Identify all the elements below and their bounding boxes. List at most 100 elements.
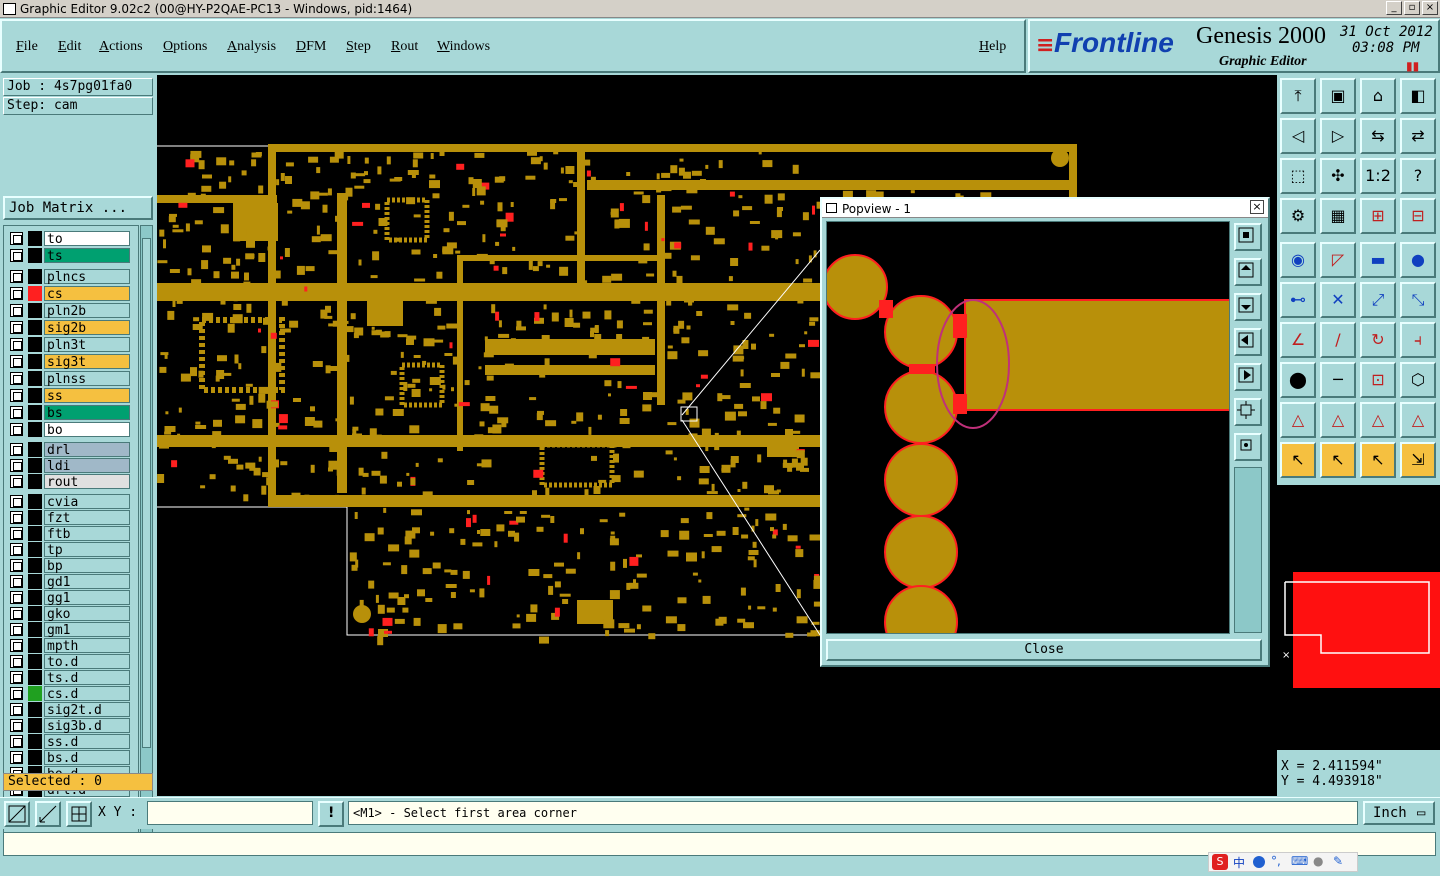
layer-name[interactable]: gko	[44, 606, 130, 622]
triangle-b-button[interactable]: △	[1320, 402, 1356, 438]
layer-name[interactable]: tp	[44, 542, 130, 558]
zoom-home-button[interactable]: ⤒	[1280, 78, 1316, 114]
triangle-c-button[interactable]: △	[1360, 402, 1396, 438]
flip-button[interactable]: ⇆	[1360, 118, 1396, 154]
layer-row[interactable]: tp	[7, 542, 130, 558]
minimize-icon[interactable]: _	[1386, 1, 1402, 15]
move-arc-button[interactable]: ⤡	[1400, 282, 1436, 318]
layer-name[interactable]: bs.d	[44, 750, 130, 766]
overview-map[interactable]: ×	[1277, 485, 1440, 750]
layer-checkbox[interactable]	[10, 511, 23, 524]
layer-name[interactable]: sig3b.d	[44, 718, 130, 734]
layer-row[interactable]: bs.d	[7, 750, 130, 766]
zoom-extents-button[interactable]: ✣	[1320, 158, 1356, 194]
layer-checkbox[interactable]	[10, 475, 23, 488]
popview-zoom-home-button[interactable]	[1234, 223, 1262, 251]
layer-row[interactable]: sig2b	[7, 320, 130, 336]
layer-name[interactable]: bo	[44, 422, 130, 438]
layer-name[interactable]: sig2t.d	[44, 702, 130, 718]
layer-name[interactable]: sig2b	[44, 320, 130, 336]
surface-add-button[interactable]: ⬡	[1400, 362, 1436, 398]
split-lines-button[interactable]: ⫞	[1400, 322, 1436, 358]
layer-checkbox[interactable]	[10, 338, 23, 351]
menu-analysis[interactable]: Analysis	[227, 39, 276, 55]
layer-checkbox[interactable]	[10, 687, 23, 700]
layer-row[interactable]: plncs	[7, 269, 130, 285]
layer-checkbox[interactable]	[10, 575, 23, 588]
line-angle-button[interactable]: ∠	[1280, 322, 1316, 358]
zoom-window-button[interactable]: ◧	[1400, 78, 1436, 114]
menu-options[interactable]: Options	[163, 39, 207, 55]
layer-checkbox[interactable]	[10, 232, 23, 245]
layer-checkbox[interactable]	[10, 751, 23, 764]
layer-checkbox[interactable]	[10, 543, 23, 556]
layer-name[interactable]: to.d	[44, 654, 130, 670]
layer-row[interactable]: sig2t.d	[7, 702, 130, 718]
layer-row[interactable]: pln2b	[7, 303, 130, 319]
layer-scrollbar[interactable]	[140, 225, 153, 843]
layer-row[interactable]: fzt	[7, 510, 130, 526]
pan-right-button[interactable]: ▷	[1320, 118, 1356, 154]
move-copy-button[interactable]: ⇲	[1400, 442, 1436, 478]
zoom-in-button[interactable]: ▣	[1320, 78, 1356, 114]
layer-row[interactable]: ts	[7, 248, 130, 264]
layer-checkbox[interactable]	[10, 423, 23, 436]
layer-checkbox[interactable]	[10, 270, 23, 283]
restore-icon[interactable]: ▫	[1404, 1, 1420, 15]
layer-checkbox[interactable]	[10, 623, 23, 636]
layer-name[interactable]: ldi	[44, 458, 130, 474]
layer-name[interactable]: cs	[44, 286, 130, 302]
layer-row[interactable]: cs.d	[7, 686, 130, 702]
menu-step[interactable]: Step	[346, 39, 371, 55]
layer-checkbox[interactable]	[10, 607, 23, 620]
layer-checkbox[interactable]	[10, 527, 23, 540]
layer-name[interactable]: bp	[44, 558, 130, 574]
layer-checkbox[interactable]	[10, 559, 23, 572]
layer-row[interactable]: ldi	[7, 458, 130, 474]
layer-name[interactable]: pln2b	[44, 303, 130, 319]
close-window-icon[interactable]: ×	[1422, 1, 1438, 15]
menu-edit[interactable]: Edit	[58, 39, 81, 55]
layer-name[interactable]: ftb	[44, 526, 130, 542]
layer-name[interactable]: ts.d	[44, 670, 130, 686]
zoom-center-button[interactable]: ⬚	[1280, 158, 1316, 194]
layer-name[interactable]: rout	[44, 474, 130, 490]
layer-row[interactable]: gko	[7, 606, 130, 622]
snap-grid-button[interactable]: ▦	[1320, 198, 1356, 234]
layer-checkbox[interactable]	[10, 355, 23, 368]
move-point-button[interactable]: ⤢	[1360, 282, 1396, 318]
layer-row[interactable]: sig3t	[7, 354, 130, 370]
layer-row[interactable]: gg1	[7, 590, 130, 606]
layer-checkbox[interactable]	[10, 735, 23, 748]
layer-row[interactable]: mpth	[7, 638, 130, 654]
layer-name[interactable]: sig3t	[44, 354, 130, 370]
layer-checkbox[interactable]	[10, 249, 23, 262]
layer-checkbox[interactable]	[10, 389, 23, 402]
menu-file[interactable]: File	[16, 39, 38, 55]
draw-line-button[interactable]: ◸	[1320, 242, 1356, 278]
layer-checkbox[interactable]	[10, 304, 23, 317]
layer-checkbox[interactable]	[10, 639, 23, 652]
layer-row[interactable]: ts.d	[7, 670, 130, 686]
layer-name[interactable]: cs.d	[44, 686, 130, 702]
layer-checkbox[interactable]	[10, 671, 23, 684]
layer-row[interactable]: bp	[7, 558, 130, 574]
pointer-select-button[interactable]: ↖	[1280, 442, 1316, 478]
layer-display-button[interactable]: ⊞	[1360, 198, 1396, 234]
layer-highlight-button[interactable]: ⊟	[1400, 198, 1436, 234]
layer-name[interactable]: bs	[44, 405, 130, 421]
units-select[interactable]: Inch ▭	[1363, 801, 1435, 825]
layer-row[interactable]: drl	[7, 442, 130, 458]
line-cut-button[interactable]: ─	[1320, 362, 1356, 398]
net-connect-button[interactable]: ⊷	[1280, 282, 1316, 318]
layer-name[interactable]: drl	[44, 442, 130, 458]
ime-tray[interactable]: S 中 °, ⌨ ● ✎	[1208, 852, 1358, 872]
line-draw-button[interactable]: /	[1320, 322, 1356, 358]
mirror-button[interactable]: ⇄	[1400, 118, 1436, 154]
layer-row[interactable]: ss	[7, 388, 130, 404]
zoom-fit-button[interactable]: ⌂	[1360, 78, 1396, 114]
popview-close-button[interactable]: Close	[826, 639, 1262, 661]
delete-point-button[interactable]: ✕	[1320, 282, 1356, 318]
pad-size-button[interactable]: ⊡	[1360, 362, 1396, 398]
layer-row[interactable]: plnss	[7, 371, 130, 387]
